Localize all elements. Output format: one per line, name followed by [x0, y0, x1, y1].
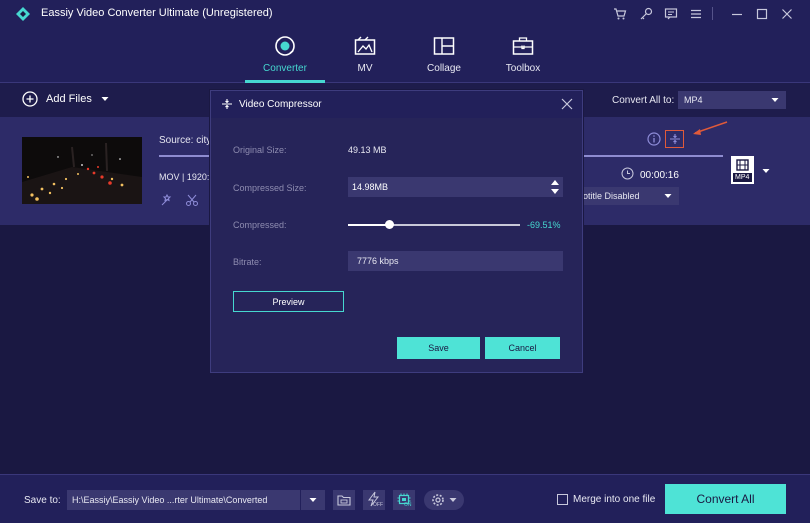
- save-to-label: Save to:: [24, 495, 61, 506]
- collage-icon: [432, 35, 456, 57]
- add-files-button[interactable]: Add Files: [22, 91, 110, 107]
- convert-all-to-label: Convert All to:: [612, 95, 675, 106]
- accel-off-label: OFF: [373, 502, 383, 508]
- cancel-button[interactable]: Cancel: [485, 337, 560, 359]
- settings-button[interactable]: [424, 490, 464, 510]
- source-name: Source: city: [159, 135, 212, 146]
- bitrate-value: 7776 kbps: [357, 256, 399, 266]
- chevron-down-icon[interactable]: [100, 95, 110, 103]
- title-divider: [712, 7, 713, 20]
- tab-converter[interactable]: Converter: [245, 28, 325, 83]
- compress-icon: [669, 134, 680, 144]
- info-icon[interactable]: [647, 132, 661, 146]
- chevron-down-icon: [664, 194, 672, 198]
- dialog-title: Video Compressor: [239, 99, 322, 110]
- minimize-icon[interactable]: [728, 5, 746, 23]
- compressed-label: Compressed:: [233, 220, 287, 230]
- video-thumbnail[interactable]: [22, 137, 142, 204]
- output-format-badge[interactable]: MP4: [731, 156, 754, 184]
- edit-effects-icon[interactable]: [160, 193, 174, 207]
- video-compressor-dialog: Video Compressor Original Size: 49.13 MB…: [210, 90, 583, 373]
- gear-icon: [431, 494, 444, 506]
- save-path-field[interactable]: H:\Eassiy\Eassiy Video ...rter Ultimate\…: [67, 490, 300, 510]
- save-button[interactable]: Save: [397, 337, 480, 359]
- bitrate-field: 7776 kbps: [348, 251, 563, 271]
- compress-button[interactable]: [665, 130, 684, 148]
- subtitle-value: otitle Disabled: [583, 191, 640, 201]
- cut-icon[interactable]: [185, 193, 199, 207]
- compressed-size-label: Compressed Size:: [233, 183, 307, 193]
- maximize-icon[interactable]: [753, 5, 771, 23]
- format-value: MP4: [684, 95, 703, 105]
- chevron-down-icon: [771, 98, 779, 102]
- title-bar: Eassiy Video Converter Ultimate (Unregis…: [0, 0, 810, 28]
- merge-checkbox[interactable]: [557, 494, 568, 505]
- close-icon[interactable]: [560, 97, 574, 111]
- clock-icon: [621, 167, 634, 180]
- key-icon[interactable]: [637, 5, 655, 23]
- tab-label: Collage: [427, 63, 461, 74]
- compressed-size-value: 14.98MB: [352, 182, 389, 192]
- tab-label: Toolbox: [505, 63, 541, 74]
- add-files-label: Add Files: [46, 93, 92, 105]
- folder-icon: [337, 495, 351, 506]
- dialog-header: Video Compressor: [211, 91, 582, 118]
- save-path-value: H:\Eassiy\Eassiy Video ...rter Ultimate\…: [72, 495, 268, 505]
- bitrate-label: Bitrate:: [233, 257, 262, 267]
- preview-button[interactable]: Preview: [233, 291, 344, 312]
- output-divider: [583, 155, 723, 157]
- source-divider: [159, 155, 211, 157]
- merge-label: Merge into one file: [573, 494, 656, 505]
- feedback-icon[interactable]: [662, 5, 680, 23]
- save-path-dropdown[interactable]: [301, 490, 325, 510]
- converter-icon: [273, 35, 297, 57]
- highlight-arrow-icon: [693, 121, 728, 135]
- tab-toolbox[interactable]: Toolbox: [483, 28, 563, 83]
- gpu-accel-on-button[interactable]: ON: [393, 490, 415, 510]
- output-format-label: MP4: [735, 174, 750, 181]
- convert-format-select[interactable]: MP4: [678, 91, 786, 109]
- compressed-percent: -69.51%: [527, 220, 561, 230]
- add-icon: [22, 91, 38, 107]
- tab-label: Converter: [263, 63, 307, 74]
- open-folder-button[interactable]: [333, 490, 355, 510]
- chevron-down-icon[interactable]: [761, 167, 771, 175]
- compress-icon: [222, 99, 232, 109]
- size-stepper[interactable]: [549, 178, 561, 196]
- close-icon[interactable]: [778, 5, 796, 23]
- original-size-label: Original Size:: [233, 145, 287, 155]
- accel-on-label: ON: [404, 502, 412, 508]
- tab-label: MV: [357, 63, 373, 74]
- cart-icon[interactable]: [611, 5, 629, 23]
- compression-slider-thumb[interactable]: [385, 220, 394, 229]
- subtitle-select[interactable]: otitle Disabled: [583, 187, 679, 205]
- original-size-value: 49.13 MB: [348, 145, 387, 155]
- toolbox-icon: [511, 35, 535, 57]
- chevron-down-icon: [309, 498, 317, 502]
- file-meta: MOV | 1920:: [159, 172, 210, 182]
- chevron-down-icon: [449, 498, 456, 502]
- app-title: Eassiy Video Converter Ultimate (Unregis…: [41, 7, 273, 19]
- main-nav: Converter MV Collage Toolbox: [0, 28, 810, 83]
- bottom-bar: Save to: H:\Eassiy\Eassiy Video ...rter …: [0, 474, 810, 523]
- hardware-accel-off-button[interactable]: OFF: [363, 490, 385, 510]
- tab-mv[interactable]: MV: [325, 28, 405, 83]
- compressed-size-input[interactable]: 14.98MB: [348, 177, 563, 197]
- output-duration: 00:00:16: [640, 170, 679, 181]
- mv-icon: [353, 35, 377, 57]
- compression-slider-fill: [348, 224, 389, 226]
- app-logo-icon: [16, 7, 30, 21]
- menu-icon[interactable]: [687, 5, 705, 23]
- convert-all-button[interactable]: Convert All: [665, 484, 786, 514]
- tab-collage[interactable]: Collage: [404, 28, 484, 83]
